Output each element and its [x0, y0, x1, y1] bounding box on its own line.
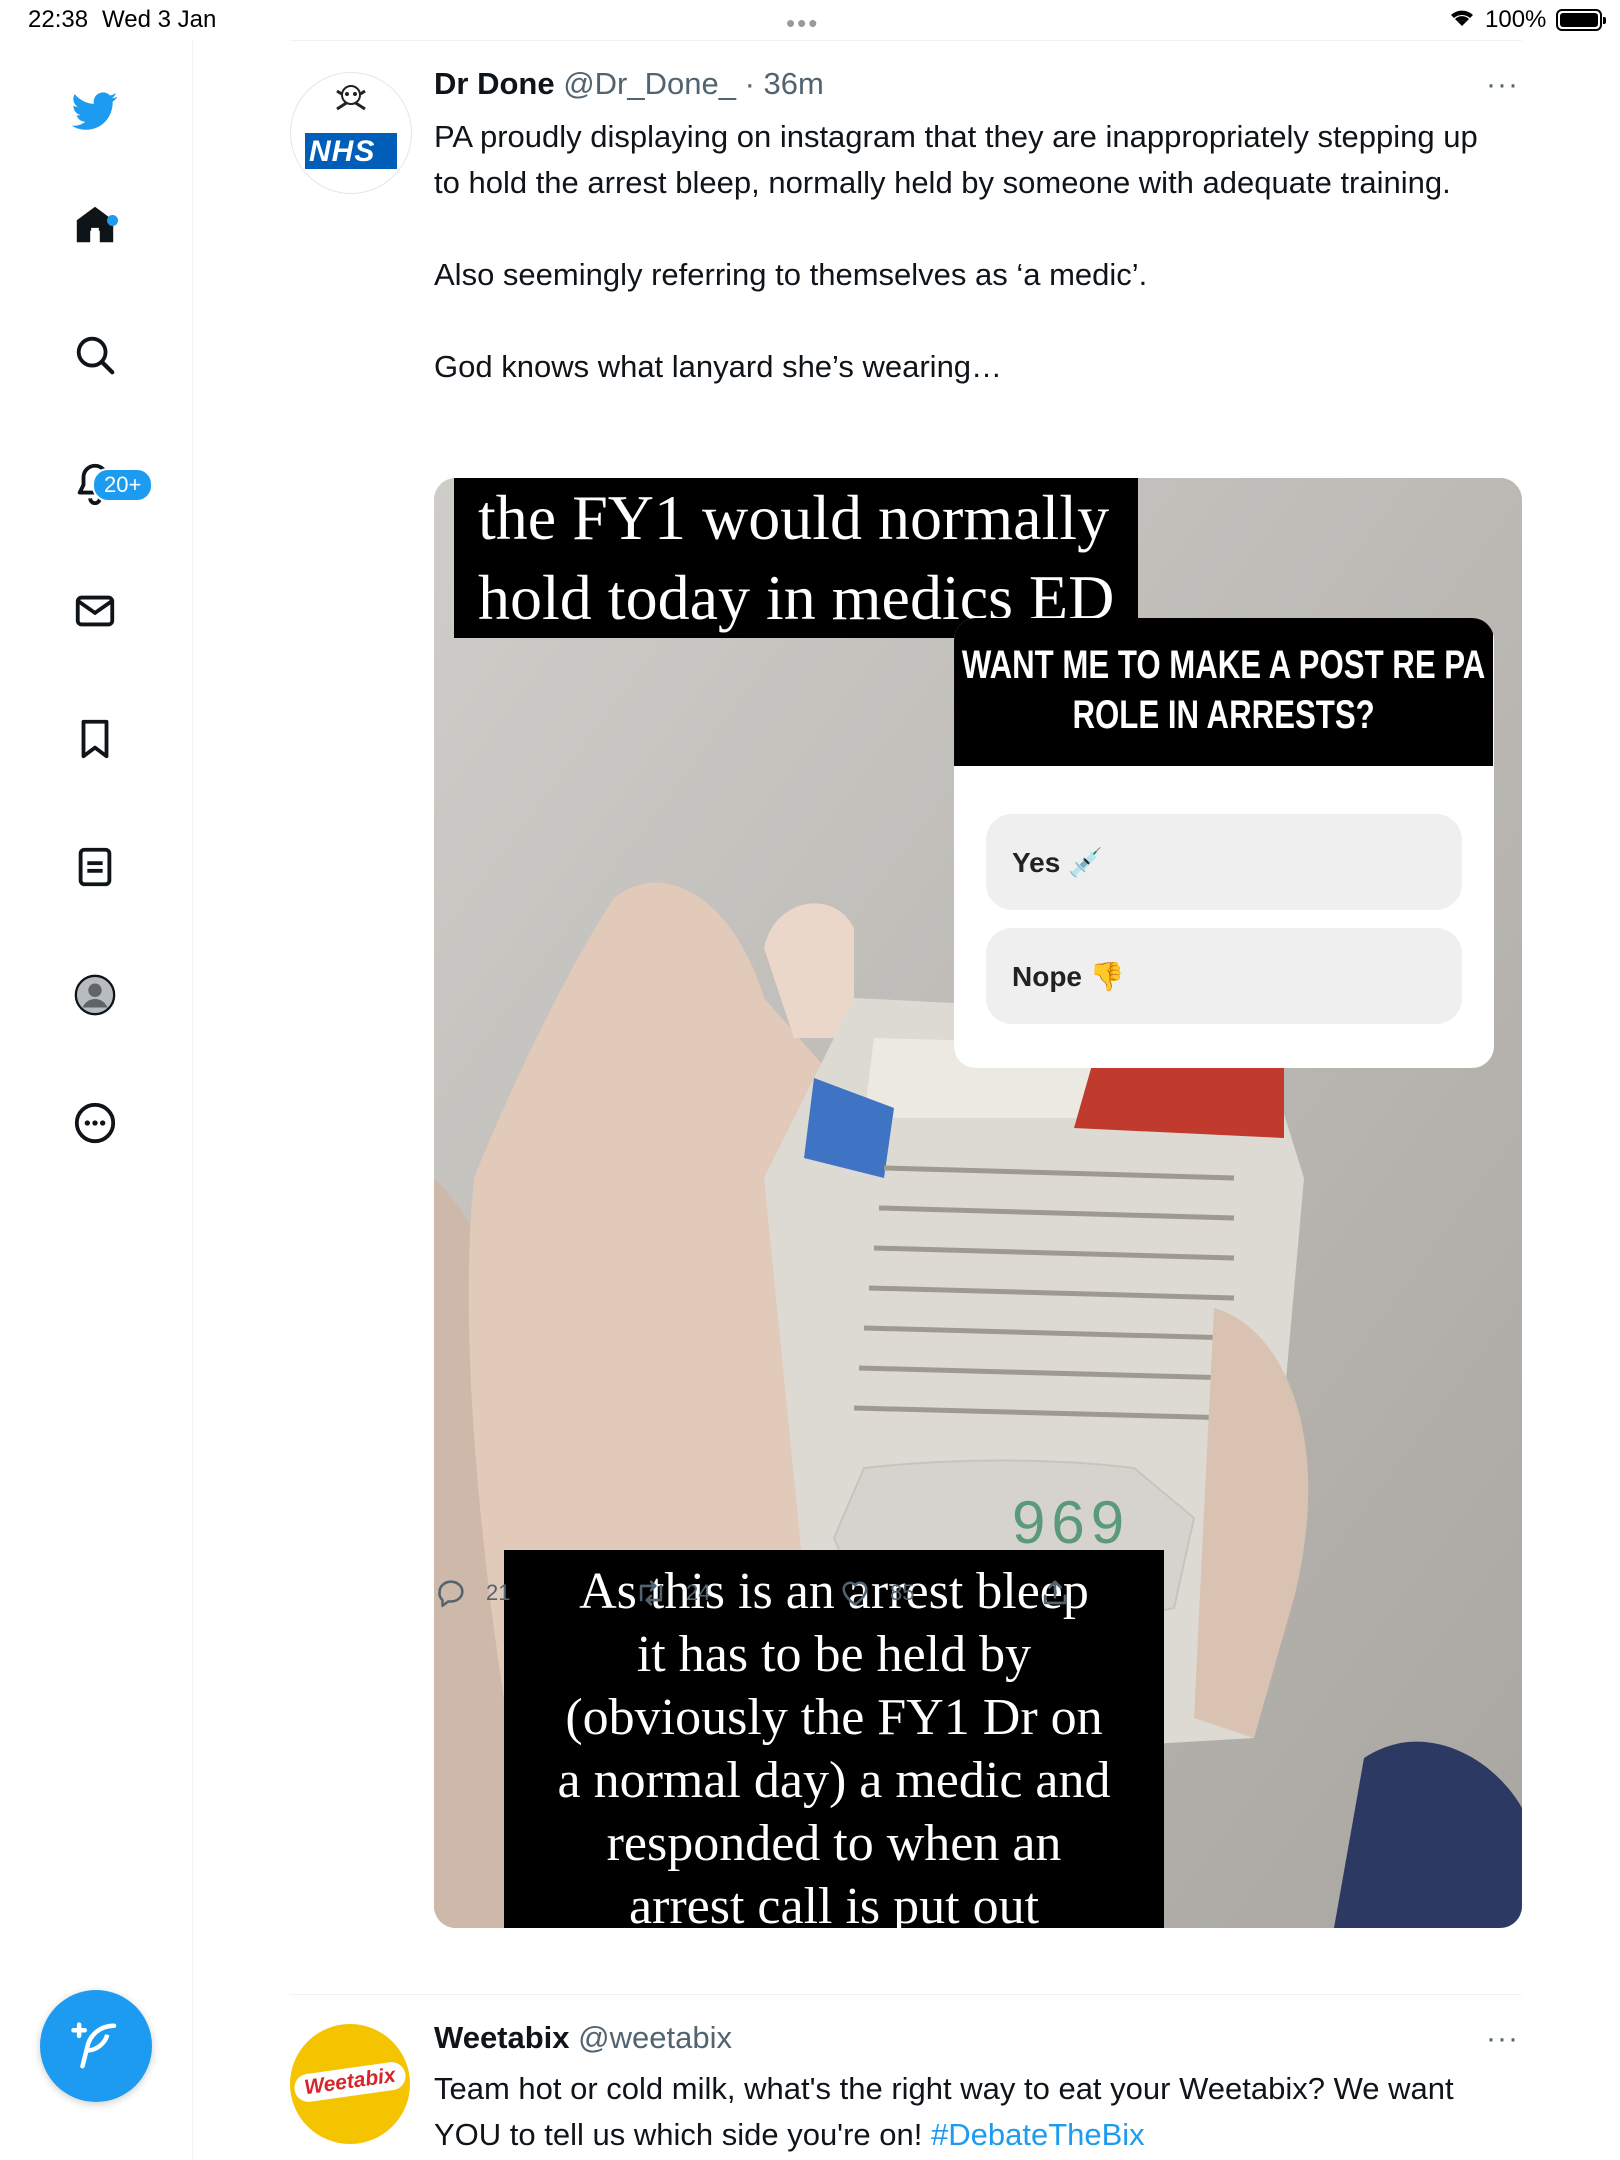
wifi-icon	[1448, 6, 1476, 35]
tweet-time[interactable]: · 36m	[745, 66, 824, 101]
tweet-text: Team hot or cold milk, what's the right …	[434, 2066, 1504, 2158]
poll-question: WANT ME TO MAKE A POST RE PA ROLE IN ARR…	[954, 618, 1494, 766]
share-icon	[1043, 1580, 1067, 1605]
tweet-media-image[interactable]: 969 the FY1 would normally hold today in…	[434, 478, 1522, 1928]
lists-icon[interactable]	[70, 842, 120, 892]
reply-bubble-icon	[438, 1580, 464, 1608]
like-count: 85	[890, 1580, 915, 1605]
hashtag-link[interactable]: #DebateTheBix	[931, 2117, 1145, 2152]
profile-avatar-icon[interactable]	[70, 970, 120, 1020]
tweet-actions: 21 24 85	[434, 1576, 1434, 1626]
compose-feather-icon	[71, 2022, 117, 2069]
notification-count-badge: 20+	[92, 468, 154, 502]
weetabix-avatar[interactable]: Weetabix	[290, 2024, 410, 2144]
retweet-button[interactable]: 24	[634, 1576, 710, 1610]
reply-button[interactable]: 21	[434, 1576, 510, 1610]
tweet-more-icon[interactable]: ···	[1486, 68, 1519, 102]
messages-envelope-icon[interactable]	[70, 586, 120, 636]
skull-crossbones-icon	[305, 85, 397, 169]
multitasking-dots-icon[interactable]: •••	[786, 8, 819, 39]
compose-tweet-button[interactable]	[40, 1990, 152, 2102]
more-options-icon[interactable]	[70, 1098, 120, 1148]
author-avatar[interactable]: NHS	[290, 72, 412, 194]
status-time: 22:38	[28, 6, 89, 33]
reply-count: 21	[486, 1580, 511, 1605]
tweet-weetabix[interactable]: Weetabix Weetabix @weetabix ··· Team hot…	[290, 2004, 1522, 2160]
status-date: Wed 3 Jan	[102, 6, 217, 33]
tweet-header: Weetabix @weetabix	[434, 2020, 732, 2056]
story-caption-top: the FY1 would normally hold today in med…	[454, 478, 1139, 638]
author-handle[interactable]: @weetabix	[578, 2020, 732, 2055]
timeline-top-divider	[290, 40, 1522, 41]
bleep-number-label: 969	[1012, 1489, 1131, 1556]
tweet-header: Dr Done @Dr_Done_ · 36m	[434, 66, 824, 102]
share-button[interactable]	[1038, 1576, 1090, 1610]
like-button[interactable]: 85	[838, 1576, 914, 1610]
tweet-divider	[290, 1994, 1522, 1995]
author-name[interactable]: Weetabix	[434, 2020, 570, 2055]
nhs-logo: NHS	[309, 135, 376, 168]
poll-option-yes[interactable]: Yes 💉	[986, 814, 1462, 910]
battery-percent: 100%	[1485, 6, 1547, 33]
retweet-icon	[639, 1580, 663, 1606]
tweet-dr-done[interactable]: NHS Dr Done @Dr_Done_ · 36m ··· PA proud…	[290, 62, 1522, 1992]
tweet-more-icon[interactable]: ···	[1486, 2022, 1519, 2056]
author-name[interactable]: Dr Done	[434, 66, 555, 101]
author-handle[interactable]: @Dr_Done_	[563, 66, 736, 101]
story-poll[interactable]: WANT ME TO MAKE A POST RE PA ROLE IN ARR…	[954, 618, 1494, 1068]
twitter-logo-icon[interactable]	[70, 86, 120, 136]
sidebar: 20+	[0, 40, 193, 2160]
heart-icon	[842, 1581, 868, 1606]
retweet-count: 24	[686, 1580, 711, 1605]
status-bar: 22:38 Wed 3 Jan ••• 100%	[0, 0, 1620, 40]
weetabix-logo-text: Weetabix	[292, 2060, 408, 2104]
battery-icon	[1556, 9, 1606, 31]
home-unread-dot	[107, 215, 118, 226]
tweet-text: PA proudly displaying on instagram that …	[434, 119, 1478, 384]
bookmarks-icon[interactable]	[70, 714, 120, 764]
search-icon[interactable]	[70, 330, 120, 380]
poll-option-nope[interactable]: Nope 👎	[986, 928, 1462, 1024]
